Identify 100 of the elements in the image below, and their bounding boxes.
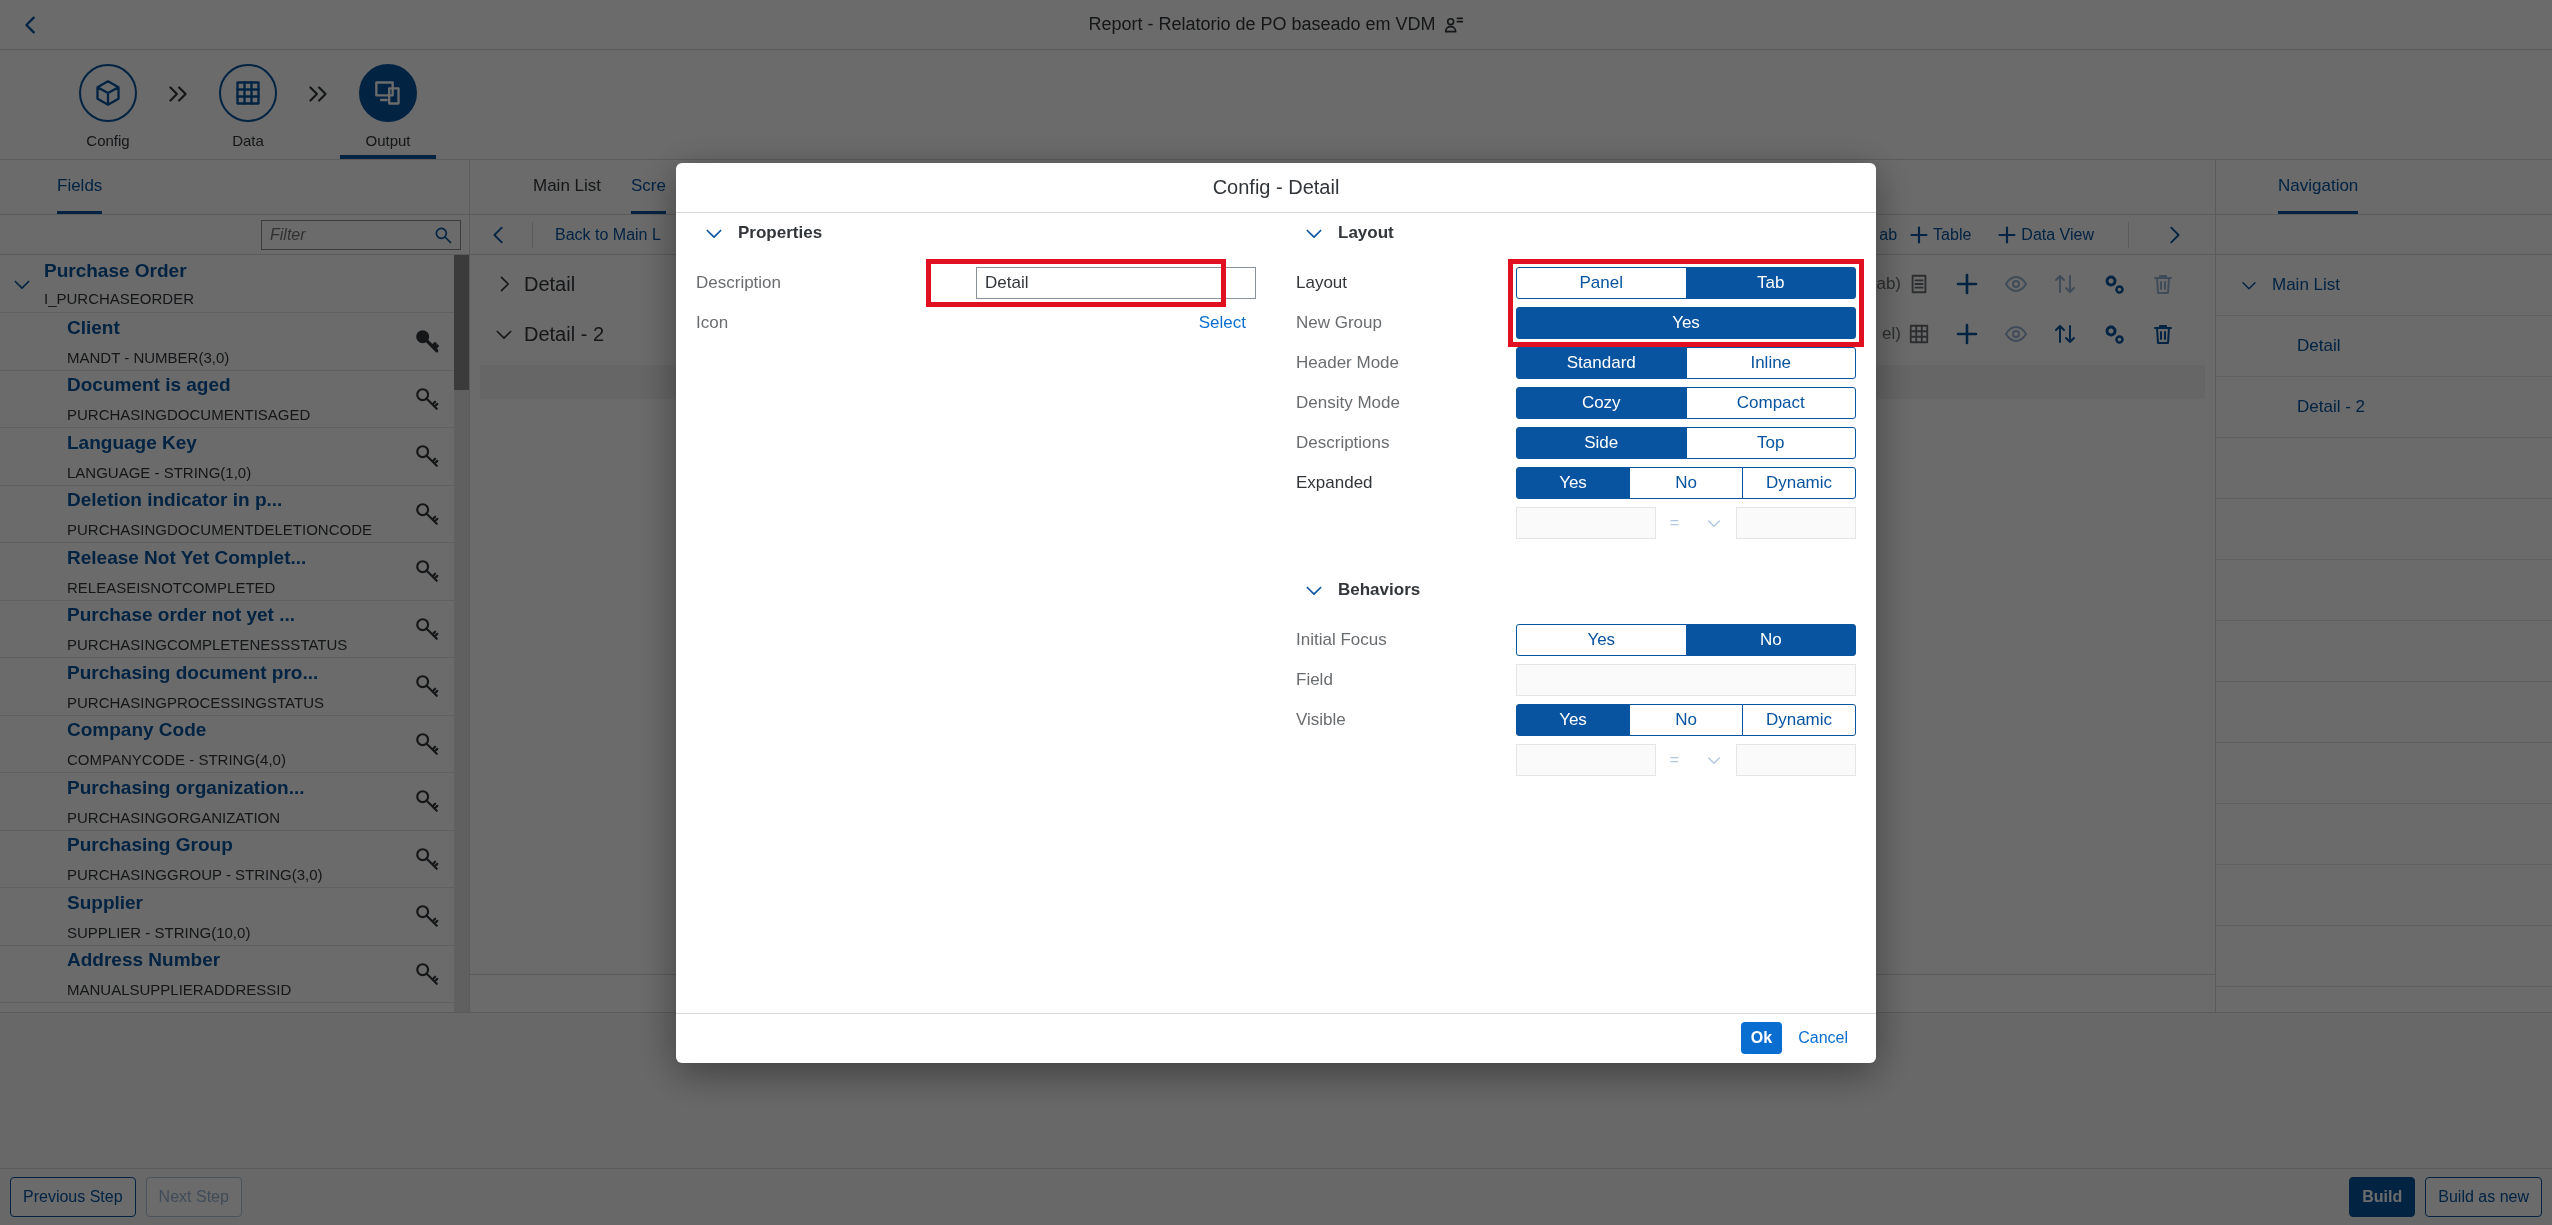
field-item[interactable]: Document is aged PURCHASINGDOCUMENTISAGED <box>0 370 454 428</box>
field-label: Field <box>1296 669 1334 690</box>
segment-button[interactable]: Standard <box>1516 346 1687 379</box>
section-title: Behaviors <box>1338 579 1421 600</box>
segment-button[interactable]: Compact <box>1685 386 1856 419</box>
sort-icon[interactable] <box>2053 272 2077 296</box>
tab[interactable]: Main List <box>533 160 602 214</box>
sort-icon[interactable] <box>2053 322 2077 346</box>
field-title: Company Code <box>67 719 208 742</box>
step-button[interactable] <box>359 64 417 122</box>
condition-field[interactable] <box>1736 506 1856 539</box>
entity-name: I_PURCHASEORDER <box>44 290 195 307</box>
delete-icon[interactable] <box>2151 272 2175 296</box>
key-icon[interactable] <box>414 500 440 527</box>
segment-button[interactable]: Side <box>1516 426 1687 459</box>
tab[interactable]: Navigation <box>2278 160 2359 214</box>
key-icon[interactable] <box>414 788 440 815</box>
field-title: Client <box>67 316 121 339</box>
select-link[interactable]: Select <box>1198 312 1256 333</box>
field-item[interactable]: Address Number MANUALSUPPLIERADDRESSID <box>0 945 454 1003</box>
field-label: Layout <box>1296 272 1349 293</box>
plus-icon[interactable] <box>1955 272 1979 296</box>
key-icon[interactable] <box>414 960 440 987</box>
segment-button[interactable]: Yes <box>1516 466 1630 499</box>
tree-item[interactable]: Detail <box>2216 336 2341 356</box>
segment-button[interactable]: Tab <box>1685 266 1856 299</box>
field-name: PURCHASINGORGANIZATION <box>67 808 282 826</box>
field-item[interactable]: Company Code COMPANYCODE - STRING(4,0) <box>0 715 454 773</box>
field-name: MANUALSUPPLIERADDRESSID <box>67 981 293 999</box>
field-item[interactable]: Language Key LANGUAGE - STRING(1,0) <box>0 428 454 486</box>
field-title: Deletion indicator in p... <box>67 489 284 512</box>
footer-button[interactable]: Build as new <box>2425 1177 2542 1217</box>
field-title: Language Key <box>67 431 198 454</box>
segment-button[interactable]: Dynamic <box>1742 466 1856 499</box>
condition-field[interactable] <box>1516 743 1656 776</box>
key-icon[interactable] <box>414 903 440 930</box>
field-item[interactable]: Supplier SUPPLIER - STRING(10,0) <box>0 888 454 946</box>
key-icon[interactable] <box>414 673 440 700</box>
back-to-list-button[interactable]: Back to Main L <box>555 225 661 244</box>
toolbar-button[interactable]: Table <box>1909 224 1972 245</box>
field-item[interactable]: Purchase order not yet ... PURCHASINGCOMPLETENESSSTATUS <box>0 600 454 658</box>
dialog-button[interactable]: Cancel <box>1788 1022 1858 1054</box>
field-item[interactable]: Purchasing document pro... PURCHASINGPROCESSINGSTATUS <box>0 658 454 716</box>
step-label: Output <box>365 132 411 149</box>
operator-label: = <box>1669 750 1679 769</box>
key-icon[interactable] <box>414 558 440 585</box>
segment-button[interactable]: Yes <box>1516 306 1856 339</box>
plus-icon <box>1997 224 2018 245</box>
plus-icon[interactable] <box>1955 322 1979 346</box>
footer-button[interactable]: Build <box>2349 1177 2416 1217</box>
field-name: PURCHASINGGROUP - STRING(3,0) <box>67 866 324 884</box>
condition-field[interactable] <box>1736 743 1856 776</box>
toolbar-button[interactable]: ab <box>1879 225 1898 244</box>
tree-item[interactable]: Detail - 2 <box>2216 397 2366 417</box>
segment-button[interactable]: Yes <box>1516 623 1687 656</box>
key-icon[interactable] <box>414 443 440 470</box>
segment-button[interactable]: No <box>1685 623 1856 656</box>
segment-button[interactable]: No <box>1629 466 1743 499</box>
step-icon <box>94 79 122 107</box>
field-title: Release Not Yet Complet... <box>67 546 308 569</box>
field-name: PURCHASINGPROCESSINGSTATUS <box>67 693 325 711</box>
field-label: Descriptions <box>1296 432 1391 453</box>
dialog-button[interactable]: Ok <box>1740 1022 1783 1054</box>
key-icon[interactable] <box>414 845 440 872</box>
field-item[interactable]: Purchasing organization... PURCHASINGORGANIZATION <box>0 773 454 831</box>
segment-button[interactable]: Inline <box>1685 346 1856 379</box>
field-item[interactable]: Deletion indicator in p... PURCHASINGDOCUMENTDELETIONCODE <box>0 485 454 543</box>
segment-button[interactable]: Cozy <box>1516 386 1687 419</box>
delete-icon[interactable] <box>2151 322 2175 346</box>
filter-field[interactable]: Filter <box>261 219 461 250</box>
key-icon[interactable] <box>414 385 440 412</box>
field-item[interactable]: Release Not Yet Complet... RELEASEISNOTCOMPLETED <box>0 543 454 601</box>
scrollbar[interactable] <box>454 255 469 1012</box>
scrollbar-thumb[interactable] <box>454 255 469 390</box>
key-icon[interactable] <box>414 730 440 757</box>
footer-button[interactable]: Previous Step <box>10 1177 136 1217</box>
text-field[interactable] <box>1516 663 1856 696</box>
segment-button[interactable]: Top <box>1685 426 1856 459</box>
segment-button[interactable]: Yes <box>1516 703 1630 736</box>
tree-item[interactable]: Main List <box>2216 275 2341 295</box>
field-title: Address Number <box>67 949 222 972</box>
field-item[interactable]: Purchasing Group PURCHASINGGROUP - STRING(3,0) <box>0 830 454 888</box>
step-button[interactable] <box>219 64 277 122</box>
toolbar-button[interactable]: Data View <box>1997 224 2094 245</box>
key-icon[interactable] <box>414 615 440 642</box>
condition-field[interactable] <box>1516 506 1656 539</box>
key-icon[interactable] <box>414 328 440 355</box>
field-name: MANDT - NUMBER(3,0) <box>67 348 231 366</box>
tab[interactable]: Fields <box>57 160 103 214</box>
field-label: Header Mode <box>1296 352 1400 373</box>
segment-button[interactable]: Dynamic <box>1742 703 1856 736</box>
step-button[interactable] <box>79 64 137 122</box>
entity-title: Purchase Order <box>44 260 188 282</box>
field-item[interactable]: Client MANDT - NUMBER(3,0) <box>0 313 454 371</box>
segment-button[interactable]: No <box>1629 703 1743 736</box>
text-field[interactable]: Detail <box>976 266 1256 299</box>
field-name: PURCHASINGDOCUMENTDELETIONCODE <box>67 521 374 539</box>
segment-button[interactable]: Panel <box>1516 266 1687 299</box>
field-title: Purchasing organization... <box>67 776 306 799</box>
tab[interactable]: Scre <box>631 160 666 214</box>
